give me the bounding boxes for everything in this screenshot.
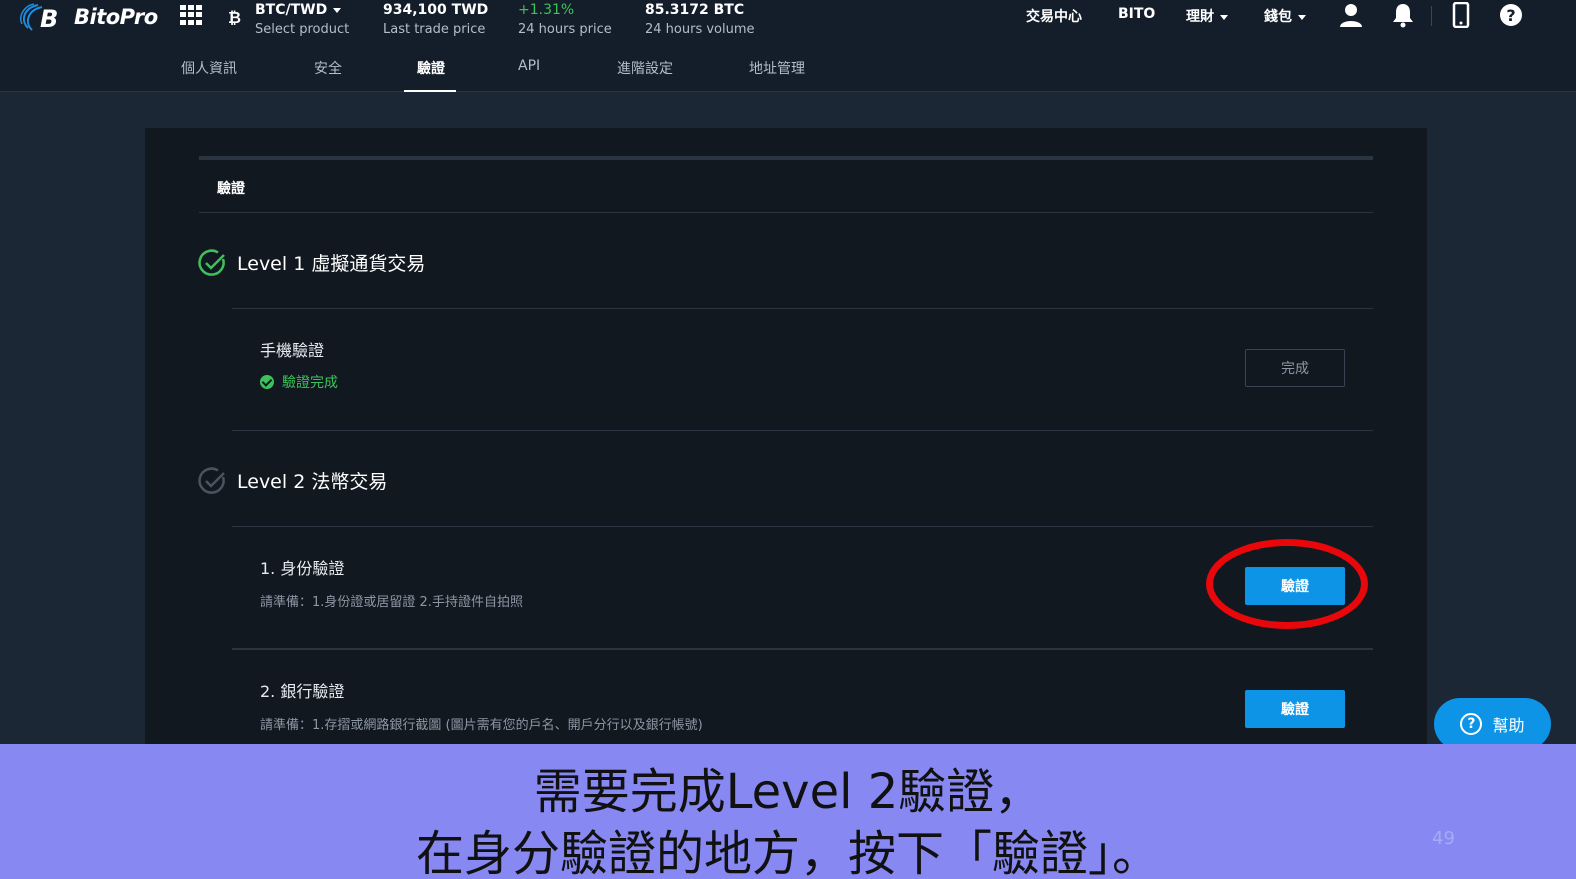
subnav-address[interactable]: 地址管理 [749,58,805,78]
subnav-verification[interactable]: 驗證 [417,58,445,78]
bitopro-logo-icon: B [20,3,58,32]
user-icon[interactable] [1338,2,1364,28]
subnav-advanced[interactable]: 進階設定 [617,58,673,78]
pair-label: Select product [255,22,350,37]
nav-divider [1431,6,1432,26]
subnav-api[interactable]: API [518,58,540,74]
panel-title: 驗證 [217,181,245,197]
bitcoin-icon: ₿ [228,8,242,27]
phone-verification-title: 手機驗證 [260,341,325,360]
divider [199,212,1373,213]
brand-logo[interactable]: B BitoPro [18,0,158,34]
brand-name: BitoPro [74,5,158,29]
bank-verification-title: 2. 銀行驗證 [260,682,345,701]
chevron-down-icon [1220,14,1228,20]
verification-panel [145,128,1427,768]
product-selector[interactable]: BTC/TWD Select product [255,2,349,37]
last-price-value: 934,100 TWD [383,2,489,18]
last-price: 934,100 TWD Last trade price [383,2,488,37]
bell-icon[interactable] [1390,2,1416,28]
volume: 85.3172 BTC 24 hours volume [645,2,755,37]
level1-title: Level 1 虛擬通貨交易 [237,253,426,275]
chevron-down-icon [1298,14,1306,20]
panel-top-border [199,156,1373,160]
question-icon: ? [1460,713,1483,735]
price-change-value: +1.31% [518,2,575,18]
price-change: +1.31% 24 hours price [518,2,612,37]
phone-done-button[interactable]: 完成 [1245,349,1345,387]
divider [232,526,1373,527]
check-badge-icon [260,375,274,389]
help-label: 幫助 [1492,716,1525,735]
id-verification-title: 1. 身份驗證 [260,559,345,578]
subnav-profile[interactable]: 個人資訊 [181,58,237,78]
nav-exchange[interactable]: 交易中心 [1026,6,1082,26]
divider [232,430,1373,431]
check-circle-icon [198,467,225,494]
pair-value: BTC/TWD [255,2,349,18]
top-bar: B BitoPro ₿ BTC/TWD Select product 934,1… [0,0,1576,92]
level2-title: Level 2 法幣交易 [237,471,388,493]
slide-number: 49 [1432,828,1455,849]
divider [232,308,1373,309]
price-change-label: 24 hours price [518,22,612,37]
bank-verification-note: 請準備：1.存摺或網路銀行截圖 (圖片需有您的戶名、開戶分行以及銀行帳號) [260,718,703,733]
apps-grid-icon[interactable] [180,5,202,25]
help-button[interactable]: ? 幫助 [1434,698,1551,750]
last-price-label: Last trade price [383,22,486,37]
check-circle-icon [198,249,225,276]
caption-line-1: 需要完成Level 2驗證， [533,764,1043,820]
nav-finance[interactable]: 理財 [1186,6,1228,26]
nav-wallet[interactable]: 錢包 [1264,6,1306,26]
mobile-icon[interactable] [1448,2,1474,28]
help-circle-icon[interactable]: ? [1498,2,1524,28]
divider [232,648,1373,650]
id-verification-note: 請準備：1.身份證或居留證 2.手持證件自拍照 [260,595,523,610]
volume-value: 85.3172 BTC [645,2,745,18]
nav-bito[interactable]: BITO [1118,6,1155,22]
chevron-down-icon [333,7,342,13]
svg-text:B: B [40,5,58,32]
highlight-ring [1206,539,1368,629]
bank-verify-button[interactable]: 驗證 [1245,690,1345,728]
subnav-security[interactable]: 安全 [314,58,342,78]
svg-text:?: ? [1506,6,1515,25]
active-tab-indicator [404,90,456,92]
phone-verification-status: 驗證完成 [260,372,338,392]
volume-label: 24 hours volume [645,22,755,37]
caption-line-2: 在身分驗證的地方，按下「驗證」。 [415,826,1160,879]
